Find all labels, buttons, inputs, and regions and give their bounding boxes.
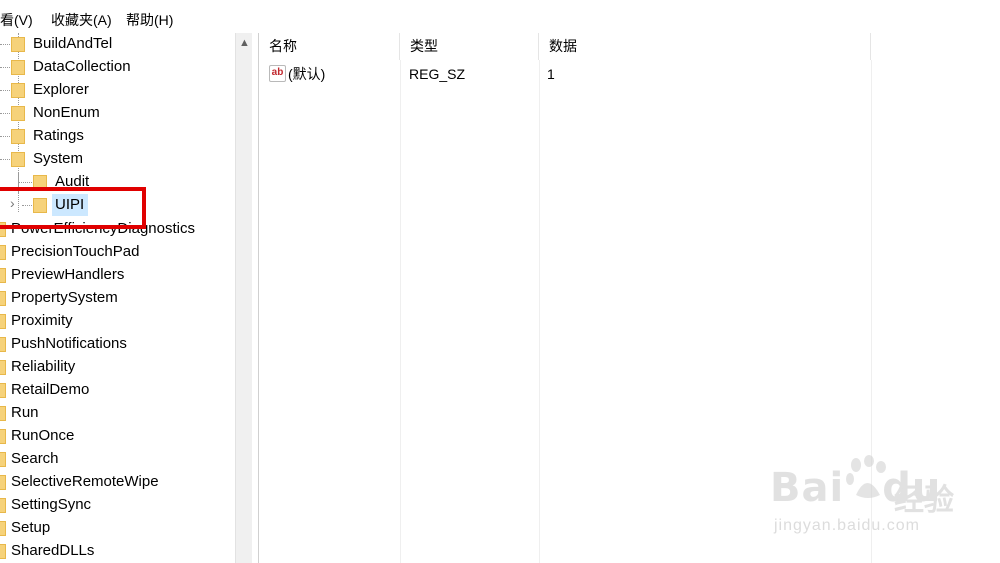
folder-icon [11,60,25,75]
column-header-data[interactable]: 数据 [539,33,871,60]
tree-item-datacollection[interactable]: DataCollection [0,56,235,78]
tree-item-retaildemo[interactable]: RetailDemo [0,379,235,401]
folder-icon [0,383,6,398]
string-value-icon: ab [269,65,286,82]
tree-item-runonce[interactable]: RunOnce [0,425,235,447]
folder-icon [0,360,6,375]
tree-item-label: Explorer [33,81,89,98]
tree-item-label: System [33,150,84,167]
folder-icon [11,129,25,144]
folder-icon [0,452,6,467]
tree-item-label: PrecisionTouchPad [11,243,140,260]
annotation-highlight-box [0,187,146,229]
folder-icon [0,337,6,352]
tree-item-precisiontouchpad[interactable]: PrecisionTouchPad [0,241,235,263]
scroll-up-arrow-icon[interactable]: ▲ [239,37,250,49]
tree-item-previewhandlers[interactable]: PreviewHandlers [0,264,235,286]
folder-icon [0,429,6,444]
tree-item-reliability[interactable]: Reliability [0,356,235,378]
tree-scrollbar[interactable]: ▲ [235,33,252,563]
tree-item-selectiveremotewipe[interactable]: SelectiveRemoteWipe [0,471,235,493]
tree-item-label: PushNotifications [11,335,127,352]
watermark-url: jingyan.baidu.com [774,517,920,534]
folder-icon [11,152,25,167]
tree-item-settingsync[interactable]: SettingSync [0,494,235,516]
folder-icon [0,314,6,329]
folder-icon [0,498,6,513]
tree-item-label: NonEnum [33,104,100,121]
tree-item-ratings[interactable]: Ratings [0,125,235,147]
folder-icon [0,291,6,306]
tree-item-label: Ratings [33,127,84,144]
menu-favorites[interactable]: 收藏夹(A) [51,10,112,30]
tree-item-search[interactable]: Search [0,448,235,470]
tree-item-label: BuildAndTel [33,35,113,52]
watermark-cn-text: 经验 [894,484,954,517]
folder-icon [0,521,6,536]
baidu-watermark: Bai du 经验 jingyan.baidu.com [760,455,990,545]
tree-item-label: RetailDemo [11,381,90,398]
tree-item-setup[interactable]: Setup [0,517,235,539]
registry-key-tree: BuildAndTel DataCollection Explorer NonE… [0,33,235,563]
folder-icon [0,268,6,283]
value-type: REG_SZ [409,66,466,82]
folder-icon [0,544,6,559]
tree-item-proximity[interactable]: Proximity [0,310,235,332]
value-data: 1 [547,66,555,82]
pane-splitter[interactable] [252,33,259,563]
tree-item-label: Reliability [11,358,76,375]
tree-item-explorer[interactable]: Explorer [0,79,235,101]
tree-item-label: Run [11,404,39,421]
tree-item-label: PreviewHandlers [11,266,125,283]
tree-item-label: DataCollection [33,58,131,75]
menu-view[interactable]: 查看(V) [0,10,33,30]
tree-item-shareddlls[interactable]: SharedDLLs [0,540,235,562]
value-name: (默认) [288,66,326,82]
column-header-name[interactable]: 名称 [259,33,400,60]
menu-bar: 查看(V) 收藏夹(A) 帮助(H) [0,0,1000,33]
tree-item-label: PropertySystem [11,289,118,306]
tree-item-label: RunOnce [11,427,75,444]
tree-item-label: SelectiveRemoteWipe [11,473,159,490]
tree-item-label: Proximity [11,312,73,329]
tree-item-pushnotifications[interactable]: PushNotifications [0,333,235,355]
folder-icon [0,406,6,421]
tree-item-nonenum[interactable]: NonEnum [0,102,235,124]
menu-help[interactable]: 帮助(H) [126,10,173,30]
tree-item-buildandtel[interactable]: BuildAndTel [0,33,235,55]
folder-icon [0,475,6,490]
folder-icon [11,83,25,98]
tree-item-label: Setup [11,519,51,536]
tree-item-run[interactable]: Run [0,402,235,424]
column-header-type[interactable]: 类型 [400,33,539,60]
tree-item-propertysystem[interactable]: PropertySystem [0,287,235,309]
tree-item-label: Search [11,450,59,467]
tree-item-system[interactable]: System [0,148,235,170]
folder-icon [11,106,25,121]
folder-icon [0,245,6,260]
tree-item-label: SettingSync [11,496,92,513]
folder-icon [11,37,25,52]
tree-item-label: SharedDLLs [11,542,95,559]
